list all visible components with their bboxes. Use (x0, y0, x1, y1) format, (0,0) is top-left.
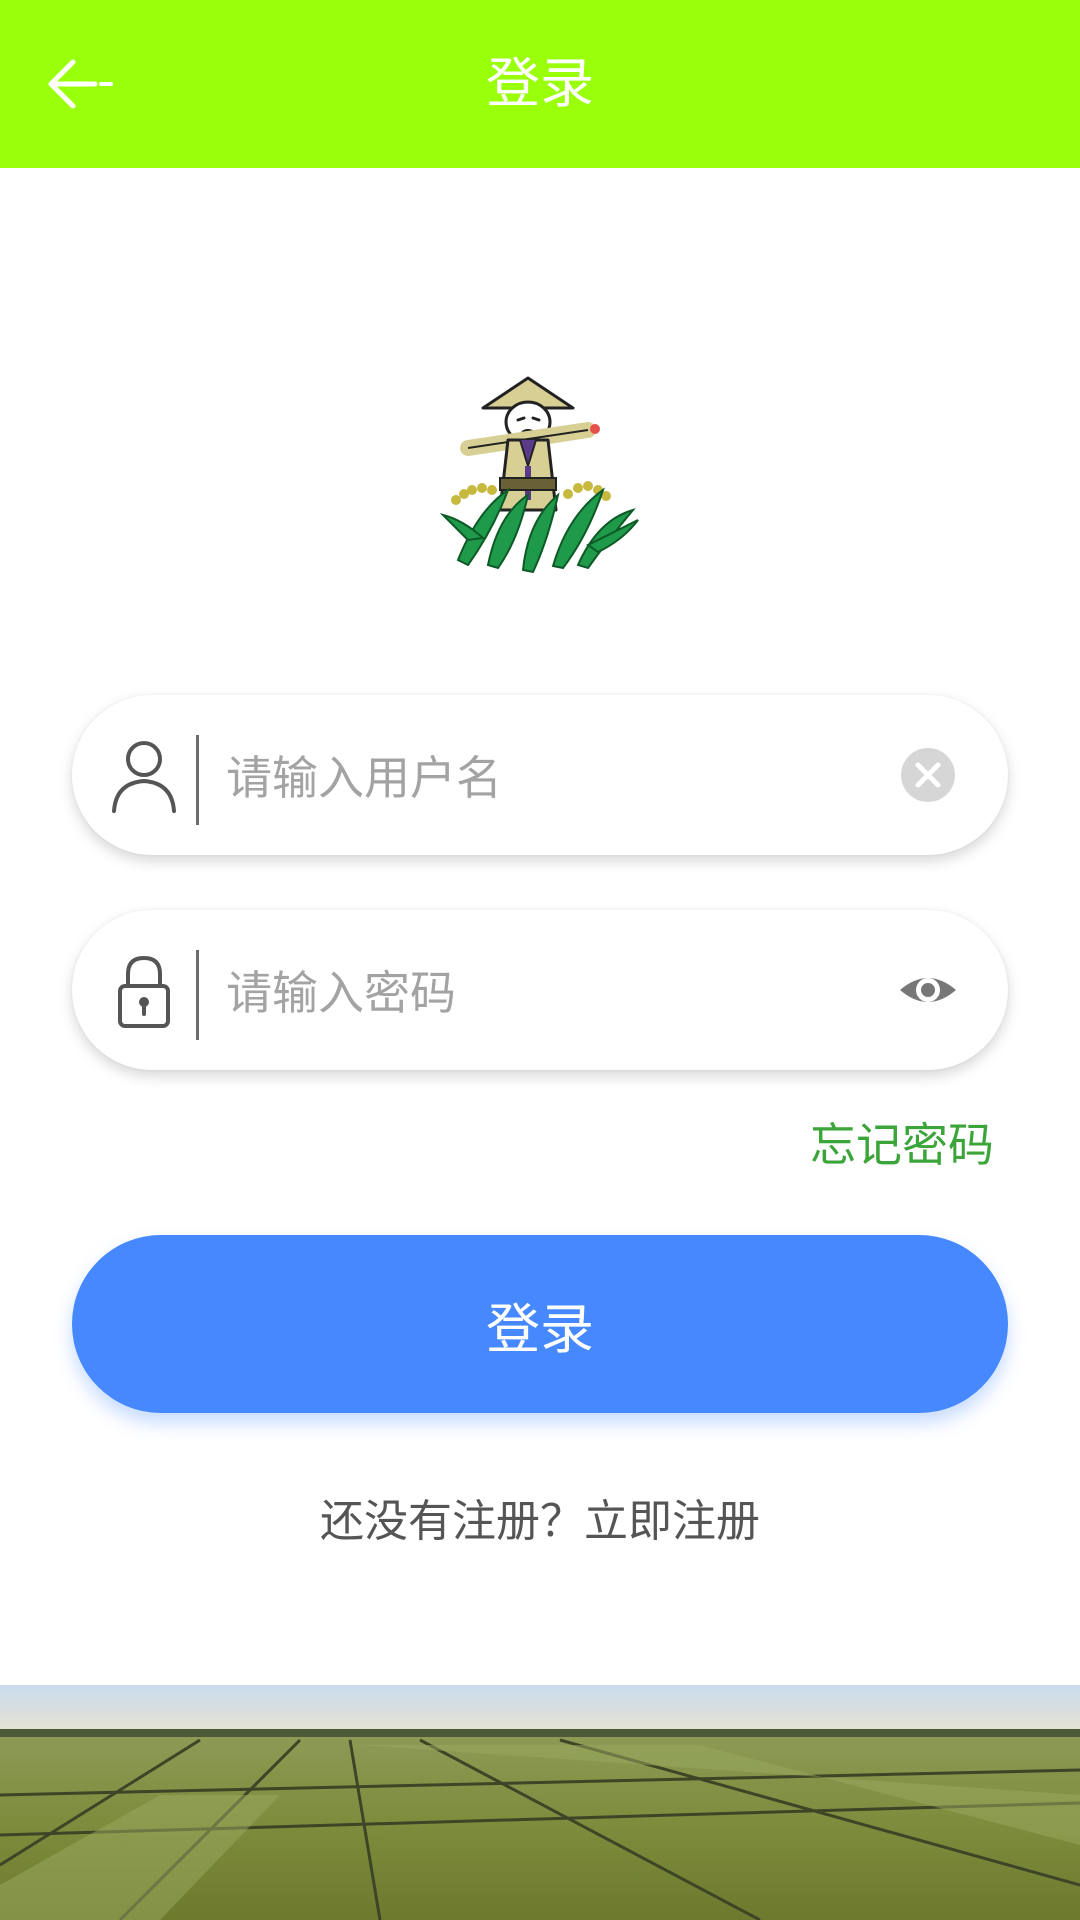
eye-icon[interactable] (898, 964, 958, 1016)
login-button[interactable]: 登录 (72, 1235, 1008, 1413)
username-field (72, 695, 1008, 855)
clear-icon[interactable] (900, 747, 956, 803)
page-title: 登录 (486, 52, 594, 115)
password-divider (196, 950, 199, 1040)
password-input[interactable] (224, 950, 868, 1036)
rice-field-banner (0, 1685, 1080, 1920)
header-bar: 登录 (0, 0, 1080, 168)
username-input[interactable] (224, 735, 868, 821)
register-link[interactable]: 还没有注册？立即注册 (0, 1492, 1080, 1552)
lock-icon (118, 955, 170, 1028)
user-icon (112, 741, 176, 813)
farmer-scarecrow-logo (439, 376, 639, 574)
username-divider (196, 735, 199, 825)
forgot-password-link[interactable]: 忘记密码 (810, 1115, 994, 1175)
password-field (72, 910, 1008, 1070)
